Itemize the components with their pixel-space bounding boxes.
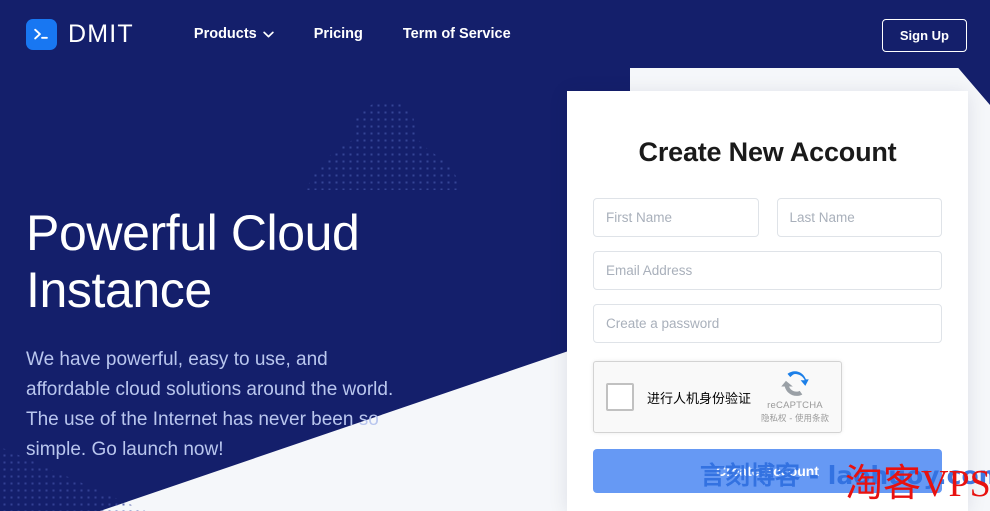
recaptcha-widget[interactable]: 进行人机身份验证 reCAPTCHA 隐私权 - 使用条款: [593, 361, 842, 433]
recaptcha-label: 进行人机身份验证: [647, 388, 751, 407]
hero-section: Powerful Cloud Instance We have powerful…: [26, 205, 456, 465]
recaptcha-branding: reCAPTCHA 隐私权 - 使用条款: [758, 369, 832, 424]
nav-item-term-of-service-label: Term of Service: [403, 26, 511, 42]
signup-form: First Name Last Name Email Address Creat…: [567, 168, 968, 493]
create-account-button[interactable]: Create Account: [593, 449, 942, 493]
nav-item-pricing[interactable]: Pricing: [314, 26, 363, 42]
recaptcha-terms-links[interactable]: 隐私权 - 使用条款: [761, 412, 829, 424]
main-navigation: Products Pricing Term of Service: [194, 26, 511, 42]
password-input[interactable]: Create a password: [593, 304, 942, 343]
email-input[interactable]: Email Address: [593, 251, 942, 290]
chevron-down-icon: [263, 30, 274, 41]
signup-card: Create New Account First Name Last Name …: [567, 91, 968, 511]
nav-item-products[interactable]: Products: [194, 26, 274, 42]
nav-item-term-of-service[interactable]: Term of Service: [403, 26, 511, 42]
name-fields-row: First Name Last Name: [593, 198, 942, 237]
site-header: DMIT Products Pricing Term of Service Si…: [0, 0, 990, 68]
recaptcha-checkbox[interactable]: [606, 383, 634, 411]
signup-card-title: Create New Account: [567, 91, 968, 168]
hero-subtitle: We have powerful, easy to use, and affor…: [26, 345, 416, 465]
terminal-prompt-icon: [26, 19, 57, 50]
landing-page: DMIT Products Pricing Term of Service Si…: [0, 0, 990, 511]
brand-name: DMIT: [68, 20, 134, 49]
recaptcha-brand-name: reCAPTCHA: [767, 400, 823, 411]
brand-logo[interactable]: DMIT: [26, 19, 134, 50]
nav-item-products-label: Products: [194, 26, 257, 42]
last-name-input[interactable]: Last Name: [777, 198, 943, 237]
recaptcha-logo-icon: [780, 369, 810, 399]
first-name-input[interactable]: First Name: [593, 198, 759, 237]
hero-title: Powerful Cloud Instance: [26, 205, 456, 319]
nav-item-pricing-label: Pricing: [314, 26, 363, 42]
sign-up-button[interactable]: Sign Up: [882, 19, 967, 52]
